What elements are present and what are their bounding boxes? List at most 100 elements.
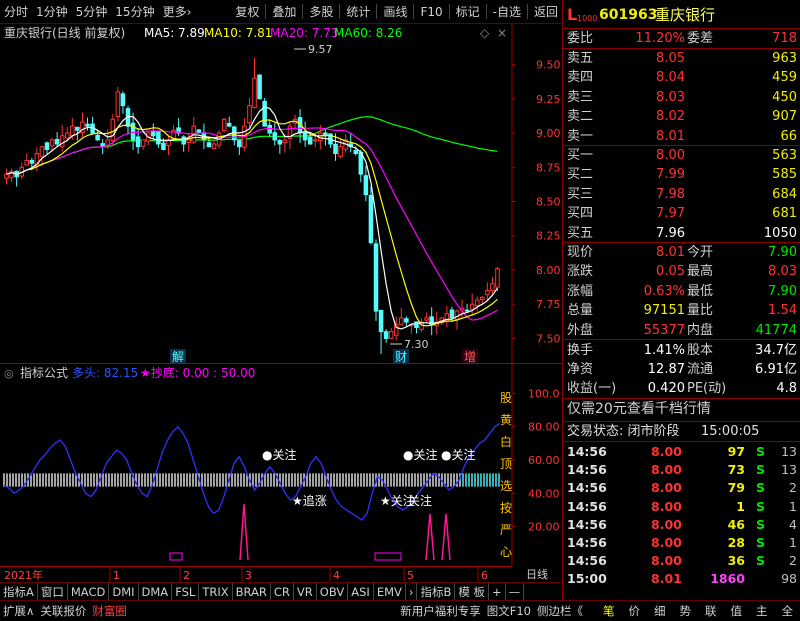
expand-button[interactable]: 扩展∧ xyxy=(0,601,37,621)
tab-template[interactable]: 模 板 xyxy=(455,583,489,601)
candle-body xyxy=(384,332,388,339)
quote-label: 量比 xyxy=(687,301,713,320)
tick-count: 13 xyxy=(781,443,797,461)
ask-row[interactable]: 卖三8.03450 xyxy=(563,88,800,107)
bid-row[interactable]: 买五7.961050 xyxy=(563,224,800,243)
panel-tab-trend[interactable]: 势 xyxy=(673,601,699,621)
panel-tab-main[interactable]: 主 xyxy=(749,601,775,621)
toolbar-tab-more[interactable]: 更多› xyxy=(159,0,196,24)
panel-tab-all[interactable]: 全 xyxy=(775,601,800,621)
tick-row[interactable]: 14:568.0079S2 xyxy=(563,479,800,497)
stat-label: 收益(一) xyxy=(567,379,616,398)
tick-price: 8.00 xyxy=(651,479,682,497)
tab-dma[interactable]: DMA xyxy=(139,583,173,601)
panel-tab-detail[interactable]: 细 xyxy=(647,601,673,621)
toolbar-button-back[interactable]: 返回 xyxy=(530,0,562,24)
candle-body xyxy=(470,304,474,309)
candlestick-chart[interactable]: 重庆银行(日线 前复权) MA5: 7.89 MA10: 7.81 MA20: … xyxy=(0,24,562,364)
stock-name: 重庆银行 xyxy=(655,4,715,26)
toolbar-button-remove-watchlist[interactable]: -自选 xyxy=(489,0,525,24)
promo-text[interactable]: 仅需20元查看千档行情 xyxy=(567,400,711,419)
candle-body xyxy=(136,137,140,147)
tab-indicator-a[interactable]: 指标A xyxy=(0,583,38,601)
marker-cai[interactable]: 财 xyxy=(395,350,407,364)
candle-body xyxy=(152,131,156,135)
toolbar-button-mark[interactable]: 标记 xyxy=(452,0,484,24)
tick-count: 13 xyxy=(781,461,797,479)
marker-jie[interactable]: 解 xyxy=(172,350,184,364)
tab-obv[interactable]: OBV xyxy=(317,583,348,601)
panel-divider xyxy=(563,339,800,340)
candle-body xyxy=(389,332,393,339)
tick-count: 1 xyxy=(789,498,797,516)
tick-row[interactable]: 14:568.001S1 xyxy=(563,498,800,516)
toolbar-tab-intraday[interactable]: 分时 xyxy=(0,0,32,24)
close-icon[interactable]: × xyxy=(497,26,507,40)
tick-row[interactable]: 14:568.0073S13 xyxy=(563,461,800,479)
marker-zeng[interactable]: 增 xyxy=(464,350,476,364)
tab-asi[interactable]: ASI xyxy=(348,583,374,601)
tab-fsl[interactable]: FSL xyxy=(172,583,199,601)
toolbar-button-adjust[interactable]: 复权 xyxy=(231,0,263,24)
indicator-chart[interactable]: ◎ 指标公式 多头: 82.15 ★抄底: 0.00 : 50.00 100.0… xyxy=(0,364,562,566)
toolbar-button-draw[interactable]: 画线 xyxy=(379,0,411,24)
ask-row[interactable]: 卖二8.02907 xyxy=(563,107,800,126)
ask-row[interactable]: 卖五8.05963 xyxy=(563,49,800,68)
bid-row[interactable]: 买四7.97681 xyxy=(563,204,800,223)
bid-row[interactable]: 买二7.99585 xyxy=(563,165,800,184)
tab-dmi[interactable]: DMI xyxy=(109,583,138,601)
ask-row[interactable]: 卖四8.04459 xyxy=(563,68,800,87)
panel-tab-linked[interactable]: 联 xyxy=(698,601,724,621)
tick-row[interactable]: 15:008.01186098 xyxy=(563,570,800,588)
stat-row: 净资12.87流通6.91亿 xyxy=(563,360,800,379)
diamond-icon[interactable]: ◇ xyxy=(480,26,490,40)
sidebar-toggle-button[interactable]: 侧边栏《 xyxy=(534,601,586,621)
bid-row[interactable]: 买一8.00563 xyxy=(563,146,800,165)
promo-banner[interactable]: 仅需20元查看千档行情 xyxy=(563,400,800,420)
toolbar-button-stats[interactable]: 统计 xyxy=(342,0,374,24)
tab-macd[interactable]: MACD xyxy=(68,583,109,601)
add-window-button[interactable]: + xyxy=(489,583,506,601)
tab-emv[interactable]: EMV xyxy=(374,583,406,601)
collapse-icon[interactable]: ◎ xyxy=(4,367,14,380)
tab-more[interactable]: › xyxy=(406,583,418,601)
panel-divider xyxy=(563,441,800,442)
toolbar-button-overlay[interactable]: 叠加 xyxy=(268,0,300,24)
tab-brar[interactable]: BRAR xyxy=(233,583,271,601)
tab-cr[interactable]: CR xyxy=(271,583,294,601)
f10-graphic-button[interactable]: 图文F10 xyxy=(484,601,534,621)
tab-vr[interactable]: VR xyxy=(294,583,317,601)
period-label[interactable]: 日线 xyxy=(526,567,548,581)
candle xyxy=(374,239,378,321)
toolbar-tab-1min[interactable]: 1分钟 xyxy=(32,0,72,24)
candle-body xyxy=(491,284,495,291)
quote-value: 0.63% xyxy=(644,282,685,301)
ask-price: 8.05 xyxy=(656,49,685,68)
toolbar-button-f10[interactable]: F10 xyxy=(416,0,446,24)
panel-tab-trades[interactable]: 笔 xyxy=(596,601,622,621)
tick-row[interactable]: 14:568.0097S13 xyxy=(563,443,800,461)
tab-indicator-b[interactable]: 指标B xyxy=(417,583,455,601)
related-quotes-tab[interactable]: 关联报价 xyxy=(37,601,89,621)
tab-trix[interactable]: TRIX xyxy=(199,583,232,601)
price-tick-label: 8.00 xyxy=(536,264,561,277)
toolbar-tab-15min[interactable]: 15分钟 xyxy=(111,0,158,24)
toolbar-button-multi[interactable]: 多股 xyxy=(305,0,337,24)
stat-value: 12.87 xyxy=(648,360,685,379)
candle-body xyxy=(157,132,161,144)
tick-row[interactable]: 14:568.0036S2 xyxy=(563,552,800,570)
price-tick-label: 8.50 xyxy=(536,196,561,209)
wealth-circle-tab[interactable]: 财富圈 xyxy=(89,601,130,621)
remove-window-button[interactable]: — xyxy=(506,583,525,601)
ask-row[interactable]: 卖一8.0166 xyxy=(563,127,800,146)
side-char: 黄 xyxy=(500,413,512,427)
toolbar-tab-5min[interactable]: 5分钟 xyxy=(72,0,112,24)
panel-tab-price[interactable]: 价 xyxy=(622,601,648,621)
bid-row[interactable]: 买三7.98684 xyxy=(563,185,800,204)
new-user-ad[interactable]: 新用户福利专享 xyxy=(397,601,484,621)
panel-tab-value[interactable]: 值 xyxy=(724,601,750,621)
candle-body xyxy=(263,101,267,126)
tick-row[interactable]: 14:568.0046S4 xyxy=(563,516,800,534)
tick-row[interactable]: 14:568.0028S1 xyxy=(563,534,800,552)
tab-window[interactable]: 窗口 xyxy=(38,583,68,601)
